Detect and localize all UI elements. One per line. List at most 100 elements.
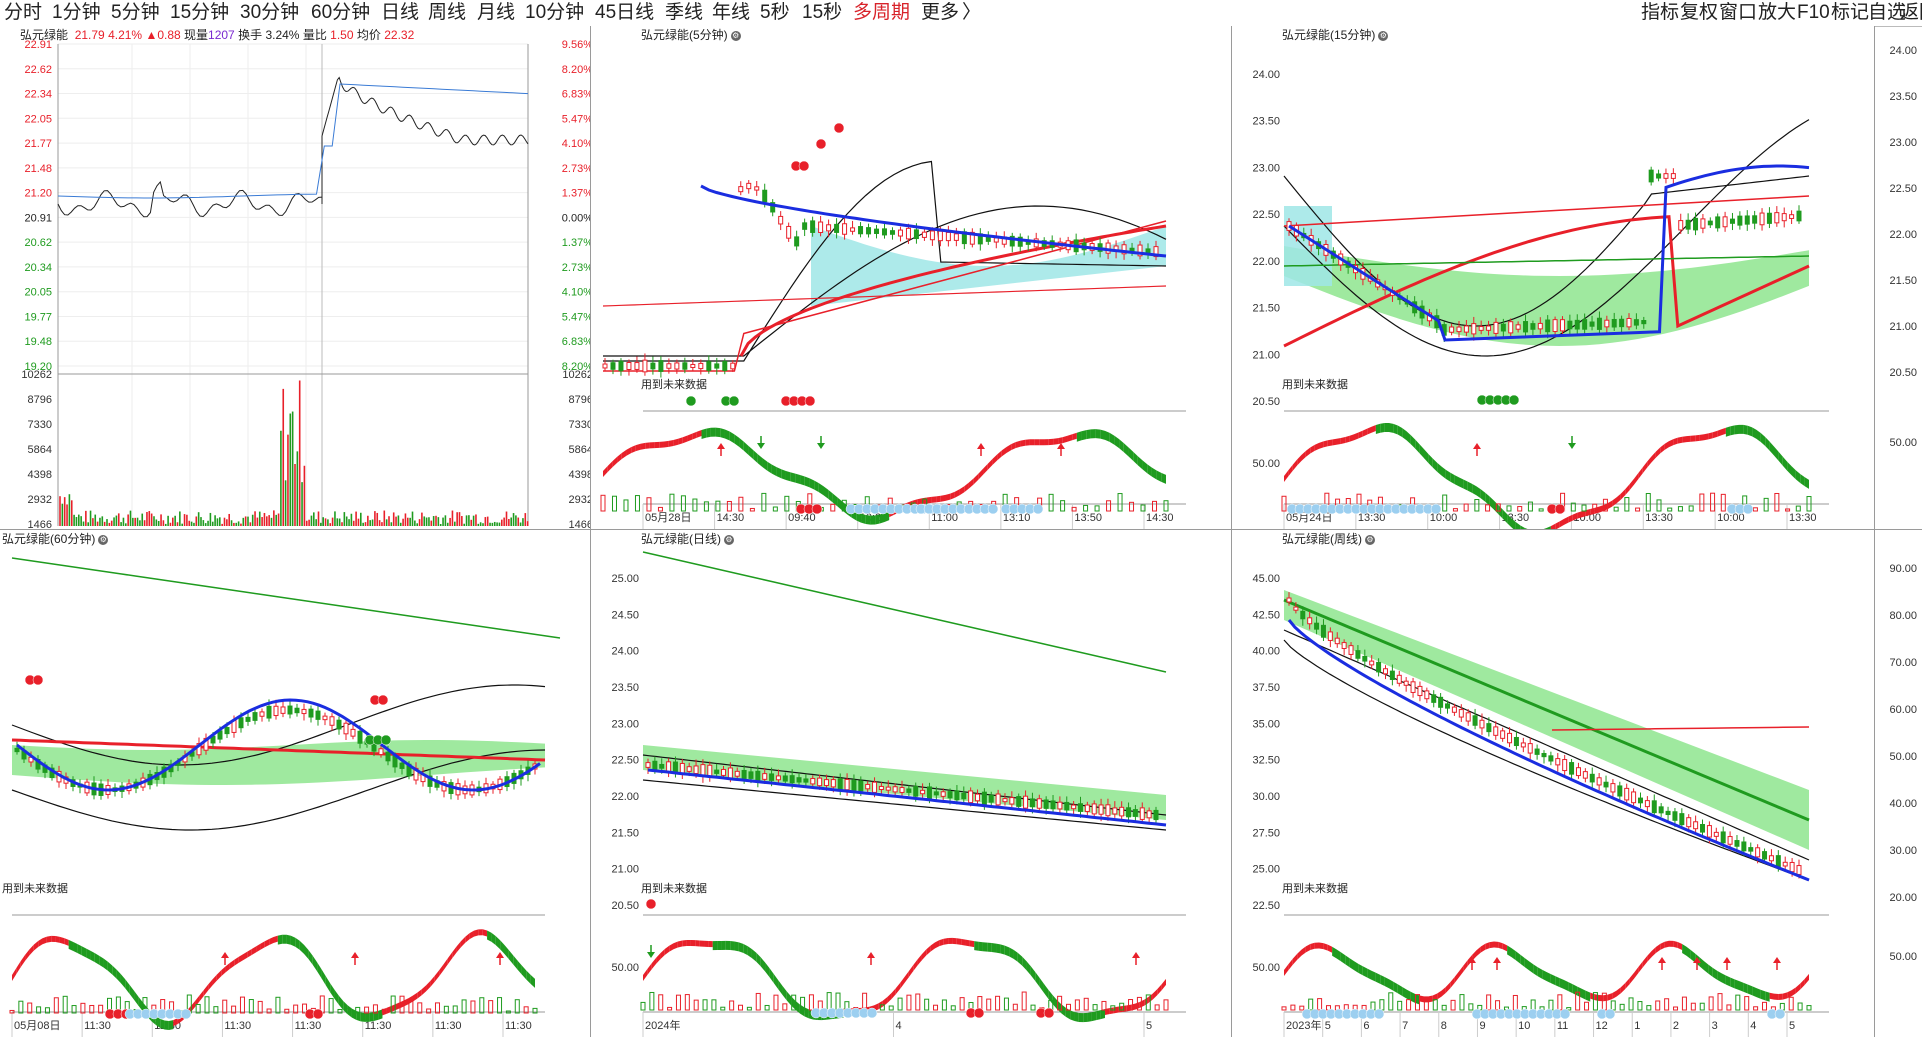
period-30min[interactable]: 30分钟 (240, 1, 299, 25)
period-60min[interactable]: 60分钟 (311, 1, 370, 25)
oscillator-band (1717, 970, 1722, 983)
candle (1463, 325, 1469, 333)
oscillator-band (1774, 993, 1779, 1000)
oscillator-band (1760, 989, 1766, 1001)
menu-back[interactable]: 返回 (1900, 1, 1922, 25)
price-tick: 35.00 (1252, 718, 1280, 730)
oscillator-band (1034, 439, 1040, 446)
signal-marker (180, 1008, 192, 1020)
period-15min[interactable]: 15分钟 (170, 1, 229, 25)
price-tick: 90.00 (1889, 563, 1917, 575)
candle (865, 783, 871, 790)
more-arrow-icon[interactable]: 〉 (962, 1, 981, 25)
oscillator-band (1380, 423, 1385, 433)
candle (1775, 855, 1781, 868)
period-day[interactable]: 日线 (381, 1, 419, 25)
candle (686, 766, 692, 772)
menu-window[interactable]: 窗口 (1719, 1, 1757, 25)
candle (693, 765, 699, 774)
period-5min[interactable]: 5分钟 (111, 1, 160, 25)
chart-week[interactable]: 45.00 42.50 40.00 37.50 35.00 32.50 30.00 27.50… (1232, 530, 1874, 1037)
oscillator-band (260, 941, 265, 950)
period-15sec[interactable]: 15秒 (802, 1, 842, 25)
candle (1071, 804, 1077, 810)
intraday-chart[interactable]: 22.91 9.56% 22.62 8.20% 22.34 6.83% 22.05 5.47%… (0, 26, 590, 529)
vol-tick: 1466 (28, 519, 52, 529)
chart-5min[interactable]: 05月28日14:3009:4010:2011:0013:1013:5014:3… (591, 26, 1231, 529)
oscillator-band (1123, 443, 1129, 457)
period-fenshi[interactable]: 分时 (4, 1, 42, 25)
candle (926, 786, 932, 799)
chart-15min[interactable]: 24.00 23.50 23.00 22.50 22.00 21.50 21.00 20.50… (1232, 26, 1874, 529)
oscillator-band (695, 940, 700, 947)
period-season[interactable]: 季线 (665, 1, 703, 25)
period-month[interactable]: 月线 (477, 1, 515, 25)
panel-15min[interactable]: 弘元绿能(15分钟) ⚙ 用到未来数据 24.00 23.50 23.00 22.50 2… (1232, 26, 1874, 529)
candle (1153, 809, 1159, 821)
candle (748, 771, 754, 779)
oscillator-band (1029, 439, 1035, 446)
oscillator-band (804, 476, 810, 488)
oscillator-band (1406, 431, 1411, 445)
oscillator-band (395, 1002, 400, 1011)
histogram-bar (746, 1006, 752, 1011)
oscillator-band (251, 946, 257, 955)
panel-day[interactable]: 弘元绿能(日线) ⚙ 用到未来数据 25.00 24.50 24.00 23.50 23.… (591, 530, 1231, 1037)
candle (1796, 865, 1802, 875)
oscillator-band (1677, 436, 1683, 444)
arrow-icon (1493, 957, 1501, 963)
candle (1486, 325, 1492, 331)
candle (1362, 655, 1368, 662)
pct-tick: 4.10% (562, 138, 590, 150)
oscillator-band (42, 936, 47, 945)
histogram-bar (995, 995, 1001, 1011)
chart-day[interactable]: 25.00 24.50 24.00 23.50 23.00 22.50 22.00 21.50… (591, 530, 1231, 1037)
menu-indicator[interactable]: 指标 (1641, 1, 1679, 25)
menu-mark[interactable]: 标记 (1831, 1, 1869, 25)
chart-60min[interactable]: 05月08日11:3011:3011:3011:3011:3011:3011:3… (0, 530, 590, 1037)
period-5sec[interactable]: 5秒 (760, 1, 790, 25)
oscillator-band (908, 965, 914, 978)
oscillator-band (935, 940, 940, 949)
period-year[interactable]: 年线 (712, 1, 750, 25)
intraday-panel[interactable]: 弘元绿能 21.79 4.21% ▲0.88 现量1207 换手 3.24% 量… (0, 26, 590, 529)
histogram-bar (248, 999, 254, 1014)
period-week[interactable]: 周线 (428, 1, 466, 25)
period-multi[interactable]: 多周期 (853, 1, 910, 25)
oscillator-band (513, 955, 518, 970)
period-45day[interactable]: 45日线 (595, 1, 654, 25)
candle (1624, 787, 1630, 801)
oscillator-band (295, 937, 300, 950)
menu-f10[interactable]: F10 (1797, 1, 1830, 25)
period-10min[interactable]: 10分钟 (525, 1, 584, 25)
period-more[interactable]: 更多 (921, 1, 959, 25)
oscillator-band (1739, 981, 1744, 992)
arrow-icon (496, 952, 504, 958)
oscillator-band (1006, 444, 1012, 453)
candle (329, 716, 335, 726)
oscillator-band (530, 974, 535, 988)
histogram-bar (1154, 1004, 1160, 1011)
oscillator-band (365, 1012, 370, 1022)
oscillator-band (1625, 484, 1630, 496)
menu-adjust[interactable]: 复权 (1680, 1, 1718, 25)
period-1min[interactable]: 1分钟 (52, 1, 101, 25)
oscillator-band (879, 513, 885, 524)
price-tick: 40.00 (1889, 798, 1917, 810)
panel-60min[interactable]: 弘元绿能(60分钟) ⚙ 用到未来数据 05月08日 11:30 11:30 11:30… (0, 530, 590, 1037)
candle (1112, 807, 1118, 815)
signal-marker (728, 395, 740, 407)
price-tick: 24.00 (1252, 69, 1280, 81)
candle (273, 705, 279, 717)
oscillator-band (687, 433, 693, 442)
oscillator-band (952, 937, 957, 945)
candle (1548, 755, 1554, 762)
panel-week[interactable]: 弘元绿能(周线) ⚙ 用到未来数据 45.00 42.50 40.00 37.50 35.… (1232, 530, 1874, 1037)
candle (817, 777, 823, 787)
panel-5min[interactable]: 弘元绿能(5分钟)⚙ 用到未来数据 05月28日14:3009:4010:201… (591, 26, 1231, 529)
histogram-bar (1094, 505, 1100, 512)
oscillator-band (1362, 966, 1368, 978)
menu-zoom[interactable]: 放大 (1758, 1, 1796, 25)
oscillator-band (1000, 944, 1005, 955)
x-axis-label: 14:30 (717, 512, 745, 524)
